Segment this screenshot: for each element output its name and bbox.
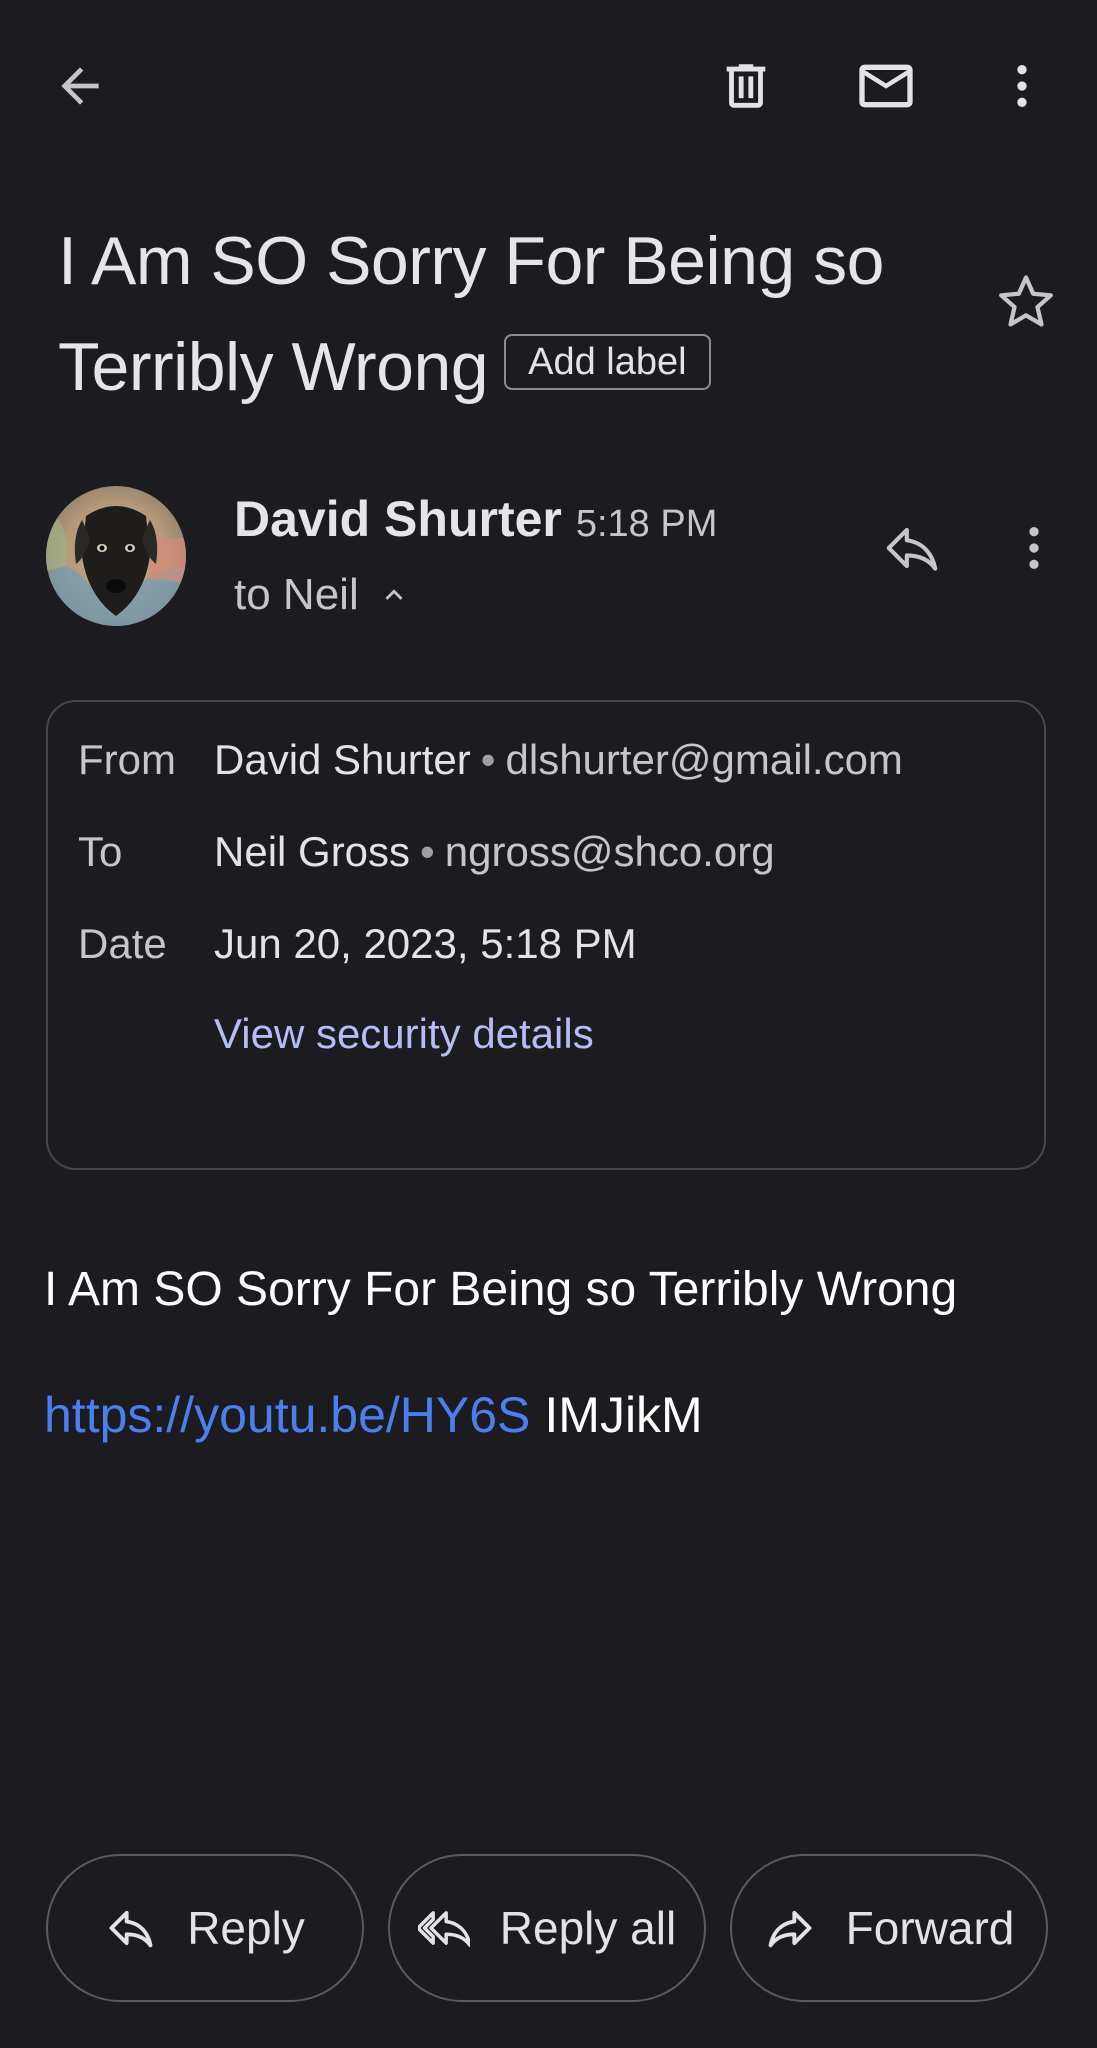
reply-button[interactable]: Reply [46, 1854, 364, 2002]
sender-line: David Shurter 5:18 PM [234, 490, 717, 548]
forward-button[interactable]: Forward [730, 1854, 1048, 2002]
reply-all-button[interactable]: Reply all [388, 1854, 706, 2002]
reply-all-icon [417, 1911, 470, 1948]
reply-icon [886, 527, 938, 571]
view-security-details-link[interactable]: View security details [214, 1010, 594, 1058]
from-email[interactable]: dlshurter@gmail.com [506, 736, 903, 783]
arrow-back-icon [61, 67, 99, 105]
link-tail-text: IMJikM [544, 1387, 703, 1443]
more-vert-icon [1029, 527, 1039, 569]
date-value: Jun 20, 2023, 5:18 PM [214, 920, 637, 967]
mail-icon [859, 64, 913, 108]
to-label: To [78, 828, 123, 875]
message-details-card: From David Shurter • dlshurter@gmail.com T… [46, 700, 1046, 1170]
separator-dot: • [420, 828, 435, 875]
mark-unread-button[interactable] [846, 46, 926, 126]
to-name: Neil Gross [214, 828, 411, 875]
from-name: David Shurter [214, 736, 471, 783]
email-subject: I Am SO Sorry For Being so Terribly Wron… [58, 208, 978, 420]
reply-label: Reply [187, 1902, 305, 1954]
email-body-link-line: https://youtu.be/HY6S IMJikM [44, 1386, 703, 1444]
chevron-up-icon [385, 589, 403, 600]
message-more-button[interactable] [992, 506, 1076, 590]
trash-icon [726, 64, 766, 108]
forward-label: Forward [845, 1902, 1015, 1954]
star-button[interactable] [990, 266, 1062, 338]
star-outline-icon [999, 275, 1053, 327]
youtube-link[interactable]: https://youtu.be/HY6S [44, 1387, 530, 1443]
to-value: Neil Gross • ngross@shco.org [214, 828, 775, 876]
reply-icon-button[interactable] [870, 506, 954, 590]
from-value: David Shurter • dlshurter@gmail.com [214, 736, 903, 784]
sent-time: 5:18 PM [575, 503, 718, 545]
subject-text: I Am SO Sorry For Being so Terribly Wron… [58, 223, 884, 405]
more-vert-icon [1017, 65, 1027, 107]
reply-all-label: Reply all [499, 1902, 677, 1954]
sender-name: David Shurter [234, 491, 562, 547]
to-email[interactable]: ngross@shco.org [445, 828, 775, 875]
separator-dot: • [480, 736, 496, 783]
from-label: From [78, 736, 176, 783]
add-label-button[interactable]: Add label [504, 334, 711, 391]
to-line-text: to Neil [234, 570, 359, 619]
delete-button[interactable] [706, 46, 786, 126]
recipients-toggle[interactable]: to Neil [234, 570, 411, 620]
more-options-button[interactable] [982, 46, 1062, 126]
sender-avatar-photo [46, 486, 186, 626]
date-label: Date [78, 920, 167, 967]
forward-icon [768, 1910, 812, 1948]
reply-icon [109, 1910, 153, 1948]
back-button[interactable] [40, 46, 120, 126]
email-body-text: I Am SO Sorry For Being so Terribly Wron… [44, 1263, 958, 1316]
avatar[interactable] [46, 486, 186, 626]
